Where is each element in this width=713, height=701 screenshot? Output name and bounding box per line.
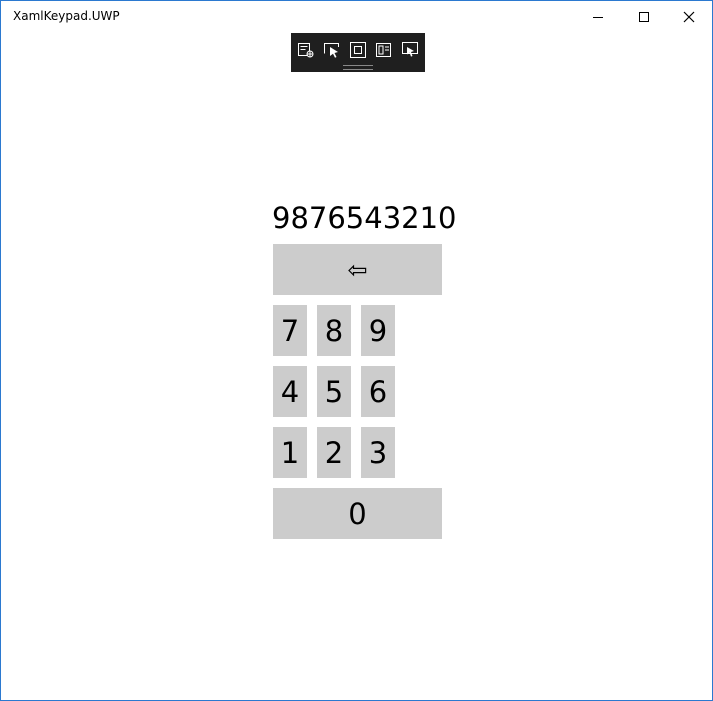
- toolbar-grip[interactable]: [343, 65, 373, 70]
- minimize-icon: [593, 16, 603, 18]
- xaml-debug-toolbar: [291, 33, 425, 72]
- key-6-button[interactable]: 6: [361, 366, 395, 417]
- close-button[interactable]: [666, 1, 712, 32]
- live-visual-tree-icon[interactable]: [297, 41, 315, 59]
- maximize-icon: [639, 11, 649, 22]
- key-2-button[interactable]: 2: [317, 427, 351, 478]
- close-icon: [683, 11, 695, 22]
- key-7-button[interactable]: 7: [273, 305, 307, 356]
- app-window: XamlKeypad.UWP 9876543210 ⇦ 7 8 9 4 5 6 …: [0, 0, 713, 701]
- title-bar[interactable]: XamlKeypad.UWP: [1, 1, 712, 32]
- minimize-button[interactable]: [575, 1, 621, 32]
- maximize-button[interactable]: [621, 1, 667, 32]
- key-1-button[interactable]: 1: [273, 427, 307, 478]
- keypad-display: 9876543210: [272, 201, 457, 235]
- key-4-button[interactable]: 4: [273, 366, 307, 417]
- key-8-button[interactable]: 8: [317, 305, 351, 356]
- window-title: XamlKeypad.UWP: [13, 9, 120, 23]
- display-layout-adorners-icon[interactable]: [349, 41, 367, 59]
- track-focus-icon[interactable]: [375, 41, 393, 59]
- hot-reload-icon[interactable]: [401, 41, 419, 59]
- select-element-icon[interactable]: [323, 41, 341, 59]
- key-3-button[interactable]: 3: [361, 427, 395, 478]
- key-9-button[interactable]: 9: [361, 305, 395, 356]
- backspace-button[interactable]: ⇦: [273, 244, 442, 295]
- key-0-button[interactable]: 0: [273, 488, 442, 539]
- key-5-button[interactable]: 5: [317, 366, 351, 417]
